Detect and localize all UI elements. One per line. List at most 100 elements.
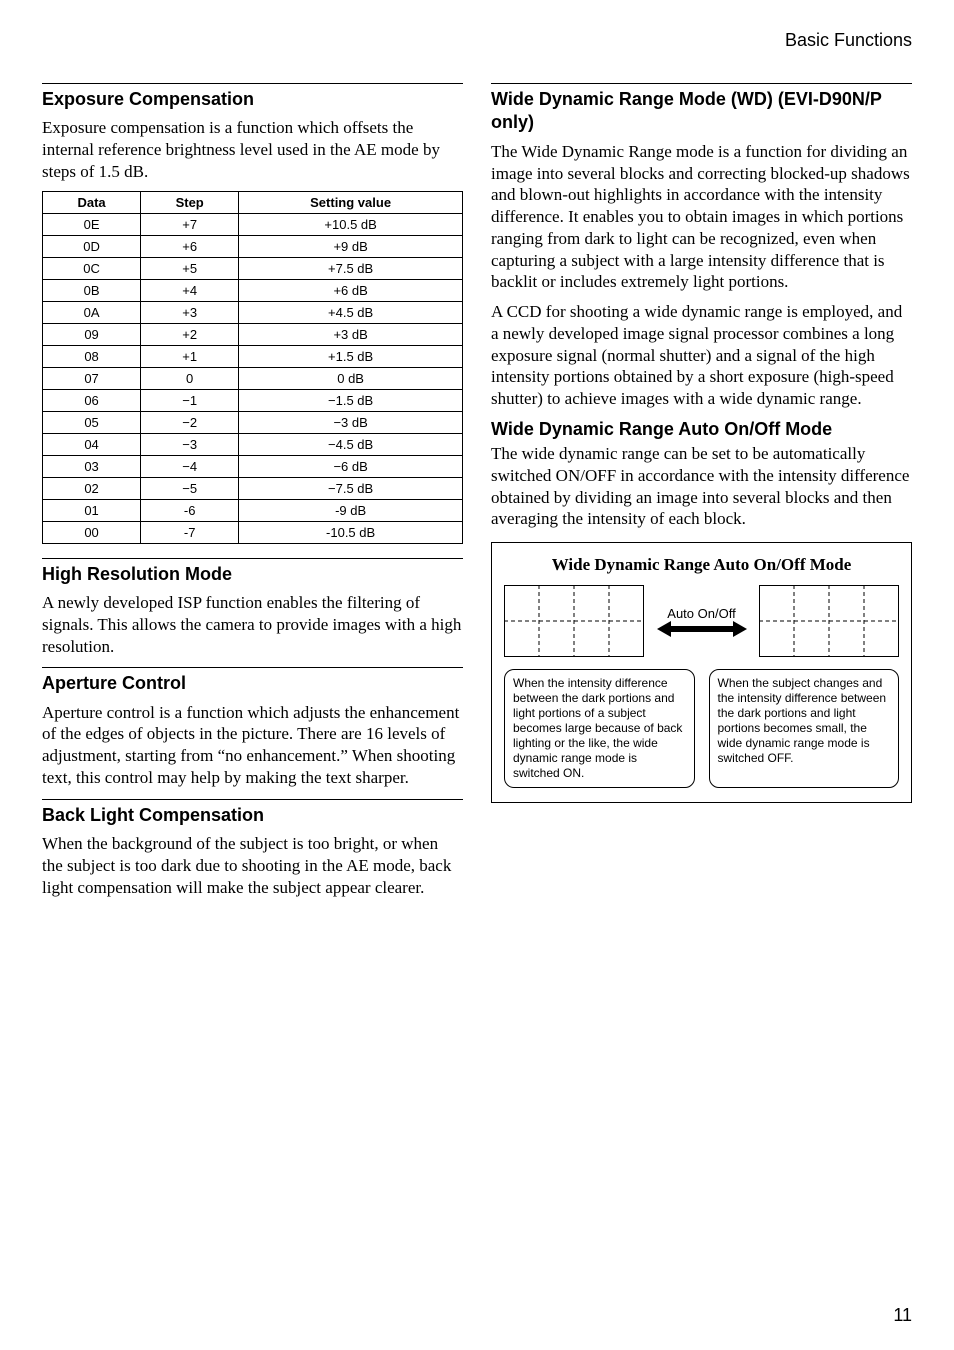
section-rule xyxy=(42,558,463,559)
table-cell: +1 xyxy=(141,345,239,367)
table-cell: 02 xyxy=(43,477,141,499)
table-cell: 06 xyxy=(43,389,141,411)
table-cell: 0C xyxy=(43,257,141,279)
figure-caption-right: When the subject changes and the intensi… xyxy=(709,669,900,788)
table-row: 05−2−3 dB xyxy=(43,411,463,433)
table-row: 0A+3+4.5 dB xyxy=(43,301,463,323)
table-row: 0E+7+10.5 dB xyxy=(43,213,463,235)
left-column: Exposure Compensation Exposure compensat… xyxy=(42,73,463,906)
table-row: 04−3−4.5 dB xyxy=(43,433,463,455)
table-cell: +7 xyxy=(141,213,239,235)
table-cell: +3 xyxy=(141,301,239,323)
table-row: 06−1−1.5 dB xyxy=(43,389,463,411)
table-cell: +6 dB xyxy=(239,279,463,301)
table-cell: +1.5 dB xyxy=(239,345,463,367)
table-row: 00-7-10.5 dB xyxy=(43,521,463,543)
right-column: Wide Dynamic Range Mode (WD) (EVI-D90N/P… xyxy=(491,73,912,906)
section-rule xyxy=(42,799,463,800)
figure-title: Wide Dynamic Range Auto On/Off Mode xyxy=(504,555,899,575)
table-cell: 09 xyxy=(43,323,141,345)
table-cell: −4.5 dB xyxy=(239,433,463,455)
table-cell: +10.5 dB xyxy=(239,213,463,235)
table-row: 08+1+1.5 dB xyxy=(43,345,463,367)
table-cell: 08 xyxy=(43,345,141,367)
table-cell: −1.5 dB xyxy=(239,389,463,411)
body-exposure-compensation: Exposure compensation is a function whic… xyxy=(42,117,463,182)
body-aperture-control: Aperture control is a function which adj… xyxy=(42,702,463,789)
table-cell: +4 xyxy=(141,279,239,301)
table-cell: −2 xyxy=(141,411,239,433)
heading-high-resolution-mode: High Resolution Mode xyxy=(42,563,463,586)
heading-wide-dynamic-range-mode: Wide Dynamic Range Mode (WD) (EVI-D90N/P… xyxy=(491,88,912,135)
body-wide-dynamic-range-auto: The wide dynamic range can be set to be … xyxy=(491,443,912,530)
table-row: 0D+6+9 dB xyxy=(43,235,463,257)
table-cell: 0 dB xyxy=(239,367,463,389)
exposure-compensation-table: Data Step Setting value 0E+7+10.5 dB0D+6… xyxy=(42,191,463,544)
table-cell: +2 xyxy=(141,323,239,345)
table-row: 01-6-9 dB xyxy=(43,499,463,521)
figure-arrow-label: Auto On/Off xyxy=(667,606,735,621)
table-cell: 0A xyxy=(43,301,141,323)
table-header-setting-value: Setting value xyxy=(239,191,463,213)
table-cell: 0 xyxy=(141,367,239,389)
heading-aperture-control: Aperture Control xyxy=(42,672,463,695)
figure-captions: When the intensity difference between th… xyxy=(504,669,899,788)
heading-wide-dynamic-range-auto: Wide Dynamic Range Auto On/Off Mode xyxy=(491,418,912,441)
table-cell: −3 dB xyxy=(239,411,463,433)
body-high-resolution-mode: A newly developed ISP function enables t… xyxy=(42,592,463,657)
figure-caption-left: When the intensity difference between th… xyxy=(504,669,695,788)
table-cell: 0B xyxy=(43,279,141,301)
table-cell: -7 xyxy=(141,521,239,543)
table-cell: 0D xyxy=(43,235,141,257)
table-row: 0C+5+7.5 dB xyxy=(43,257,463,279)
section-rule xyxy=(491,83,912,84)
table-cell: -6 xyxy=(141,499,239,521)
table-row: 02−5−7.5 dB xyxy=(43,477,463,499)
double-arrow-icon xyxy=(657,621,747,637)
table-cell: −7.5 dB xyxy=(239,477,463,499)
table-cell: +6 xyxy=(141,235,239,257)
table-row: 03−4−6 dB xyxy=(43,455,463,477)
image-grid-right-icon xyxy=(759,585,899,657)
heading-exposure-compensation: Exposure Compensation xyxy=(42,88,463,111)
table-cell: +9 dB xyxy=(239,235,463,257)
body-wide-dynamic-range-2: A CCD for shooting a wide dynamic range … xyxy=(491,301,912,410)
body-wide-dynamic-range-1: The Wide Dynamic Range mode is a functio… xyxy=(491,141,912,293)
page-number: 11 xyxy=(893,1305,912,1326)
table-cell: +5 xyxy=(141,257,239,279)
table-cell: −3 xyxy=(141,433,239,455)
table-cell: 05 xyxy=(43,411,141,433)
table-cell: −6 dB xyxy=(239,455,463,477)
section-rule xyxy=(42,667,463,668)
image-grid-left-icon xyxy=(504,585,644,657)
table-cell: 03 xyxy=(43,455,141,477)
table-cell: 04 xyxy=(43,433,141,455)
running-head: Basic Functions xyxy=(42,30,912,51)
table-cell: −1 xyxy=(141,389,239,411)
table-cell: 00 xyxy=(43,521,141,543)
table-header-step: Step xyxy=(141,191,239,213)
table-cell: +7.5 dB xyxy=(239,257,463,279)
table-cell: +4.5 dB xyxy=(239,301,463,323)
section-rule xyxy=(42,83,463,84)
table-cell: 01 xyxy=(43,499,141,521)
table-header-data: Data xyxy=(43,191,141,213)
figure-arrow-block: Auto On/Off xyxy=(657,606,747,637)
table-row: 0B+4+6 dB xyxy=(43,279,463,301)
table-row: 09+2+3 dB xyxy=(43,323,463,345)
table-cell: 07 xyxy=(43,367,141,389)
table-row: 0700 dB xyxy=(43,367,463,389)
table-cell: −5 xyxy=(141,477,239,499)
page: Basic Functions Exposure Compensation Ex… xyxy=(0,0,954,1350)
body-back-light-compensation: When the background of the subject is to… xyxy=(42,833,463,898)
table-cell: −4 xyxy=(141,455,239,477)
figure-wd-auto-on-off: Wide Dynamic Range Auto On/Off Mode Auto… xyxy=(491,542,912,803)
table-cell: -9 dB xyxy=(239,499,463,521)
heading-back-light-compensation: Back Light Compensation xyxy=(42,804,463,827)
table-header-row: Data Step Setting value xyxy=(43,191,463,213)
figure-row: Auto On/Off xyxy=(504,585,899,657)
table-cell: +3 dB xyxy=(239,323,463,345)
table-cell: 0E xyxy=(43,213,141,235)
two-column-layout: Exposure Compensation Exposure compensat… xyxy=(42,73,912,906)
table-cell: -10.5 dB xyxy=(239,521,463,543)
